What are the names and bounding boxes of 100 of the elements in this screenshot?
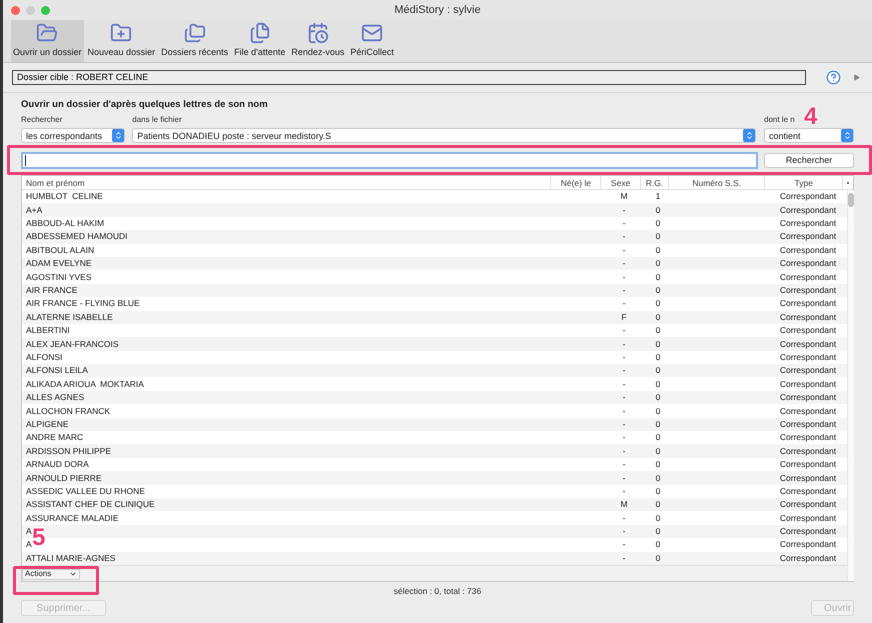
type-cell-text: Correspondant — [778, 244, 838, 257]
files-icon — [248, 22, 271, 44]
folders-icon — [184, 22, 206, 44]
scope-select[interactable]: les correspondants — [21, 128, 125, 143]
name-cell: ASSURANCE MALADIE — [26, 512, 119, 523]
sex-cell-text: - — [622, 418, 626, 431]
rg-cell-text: 0 — [654, 204, 662, 216]
match-select[interactable]: contient — [764, 128, 854, 143]
type-cell-text: Correspondant — [778, 364, 838, 378]
toolbar-button[interactable]: PériCollect — [348, 19, 396, 62]
rg-cell-text: 1 — [654, 190, 662, 204]
stepper-icon — [743, 129, 756, 142]
rg-cell-text: 0 — [654, 297, 662, 310]
rg-cell-text: 0 — [654, 404, 662, 418]
sex-cell-text: - — [622, 338, 626, 350]
name-cell: ALFONSI — [26, 352, 62, 362]
calendar-clock-icon — [306, 22, 329, 44]
sex-cell-text: - — [622, 204, 626, 216]
sex-cell-text: - — [622, 230, 626, 244]
name-cell: ABBOUD-AL HAKIM — [26, 218, 104, 228]
name-cell: A — [26, 539, 32, 550]
search-button[interactable]: Rechercher — [764, 153, 854, 168]
type-cell-text: Correspondant — [778, 338, 838, 350]
rg-cell-text: 0 — [654, 484, 662, 498]
search-field[interactable] — [21, 152, 758, 169]
sex-cell-text: - — [622, 217, 626, 230]
name-cell: AIR FRANCE - FLYING BLUE — [26, 298, 140, 308]
rg-cell-text: 0 — [654, 512, 662, 524]
sex-cell-text: - — [622, 525, 626, 538]
toolbar-button[interactable]: Dossiers récents — [159, 19, 230, 62]
name-cell: ALATERNE ISABELLE — [26, 312, 113, 322]
sex-cell-text: - — [622, 458, 626, 471]
type-cell-text: Correspondant — [778, 351, 838, 364]
name-cell: AIR FRANCE — [26, 285, 78, 296]
toolbar-button[interactable]: Ouvrir un dossier — [11, 19, 84, 62]
sex-cell-text: - — [622, 270, 626, 284]
name-cell: ALEX JEAN-FRANCOIS — [26, 338, 119, 349]
type-cell-text: Correspondant — [778, 257, 838, 270]
name-cell: ARNOULD PIERRE — [26, 472, 102, 483]
disclosure-icon[interactable] — [853, 74, 860, 81]
target-field: Dossier cible : ROBERT CELINE — [12, 70, 806, 85]
section-title: Ouvrir un dossier d'après quelques lettres de son nom — [21, 99, 269, 111]
name-cell: ALLES AGNES — [26, 392, 84, 402]
name-cell: ABDESSEMED HAMOUDI — [26, 231, 128, 242]
type-cell-text: Correspondant — [778, 484, 838, 498]
name-cell: ALLOCHON FRANCK — [26, 406, 110, 416]
rg-cell-text: 0 — [654, 217, 662, 230]
field-label: dans le fichier — [132, 115, 183, 125]
rg-cell-text: 0 — [654, 351, 662, 364]
rg-cell-text: 0 — [654, 310, 662, 324]
file-select[interactable]: Patients DONADIEU poste : serveur medistory.S — [132, 128, 756, 143]
rg-cell-text: 0 — [654, 458, 662, 471]
type-cell-text: Correspondant — [778, 190, 838, 204]
folder-plus-icon — [110, 22, 132, 44]
type-cell-text: Correspondant — [778, 538, 838, 552]
rg-cell-text: 0 — [654, 525, 662, 538]
name-cell: A+A — [26, 204, 42, 215]
field-label: Rechercher — [21, 115, 64, 125]
text-cursor — [25, 155, 26, 166]
toolbar-button[interactable]: Nouveau dossier — [86, 19, 158, 62]
name-cell: ASSISTANT CHEF DE CLINIQUE — [26, 499, 155, 510]
sex-cell-text: M — [619, 190, 629, 204]
help-icon[interactable] — [826, 70, 841, 85]
rg-cell-text: 0 — [654, 444, 662, 458]
type-cell-text: Correspondant — [778, 230, 838, 244]
sex-cell-text: - — [622, 378, 626, 391]
type-cell-text: Correspondant — [778, 431, 838, 444]
sex-cell-text: - — [622, 364, 626, 378]
type-cell-text: Correspondant — [778, 404, 838, 418]
name-cell: ARNAUD DORA — [26, 459, 89, 470]
stepper-icon — [841, 129, 853, 142]
close-icon[interactable] — [11, 6, 20, 14]
name-cell: ALFONSI LEILA — [26, 365, 88, 376]
scrollbar-thumb[interactable] — [848, 193, 854, 207]
rg-cell-text: 0 — [654, 431, 662, 444]
toolbar-button[interactable]: Rendez-vous — [289, 19, 346, 62]
type-cell-text: Correspondant — [778, 525, 838, 538]
name-cell: ATTALI MARIE-AGNES — [26, 552, 116, 563]
rg-cell-text: 0 — [654, 472, 662, 484]
rg-cell-text: 0 — [654, 244, 662, 257]
type-cell-text: Correspondant — [778, 498, 838, 512]
actions-menu[interactable]: Actions — [22, 568, 80, 580]
sex-cell-text: - — [622, 552, 626, 565]
field-label: dont le n — [764, 115, 795, 125]
rg-cell-text: 0 — [654, 338, 662, 350]
sex-cell-text: - — [622, 484, 626, 498]
type-cell-text: Correspondant — [778, 284, 838, 297]
sex-cell-text: - — [622, 538, 626, 552]
toolbar-button[interactable]: File d'attente — [232, 19, 288, 62]
rg-cell-text: 0 — [654, 230, 662, 244]
zoom-icon[interactable] — [41, 6, 50, 14]
name-cell: HUMBLOT CELINE — [26, 191, 103, 202]
type-cell-text: Correspondant — [778, 324, 838, 337]
name-cell: ABITBOUL ALAIN — [26, 244, 94, 255]
callout-number: 5 — [32, 528, 46, 548]
name-cell: ASSEDIC VALLEE DU RHONE — [26, 486, 145, 496]
sex-cell-text: - — [622, 391, 626, 404]
name-cell: ALBERTINI — [26, 325, 70, 336]
name-cell: ANDRE MARC — [26, 432, 84, 442]
sex-cell-text: M — [619, 498, 629, 512]
